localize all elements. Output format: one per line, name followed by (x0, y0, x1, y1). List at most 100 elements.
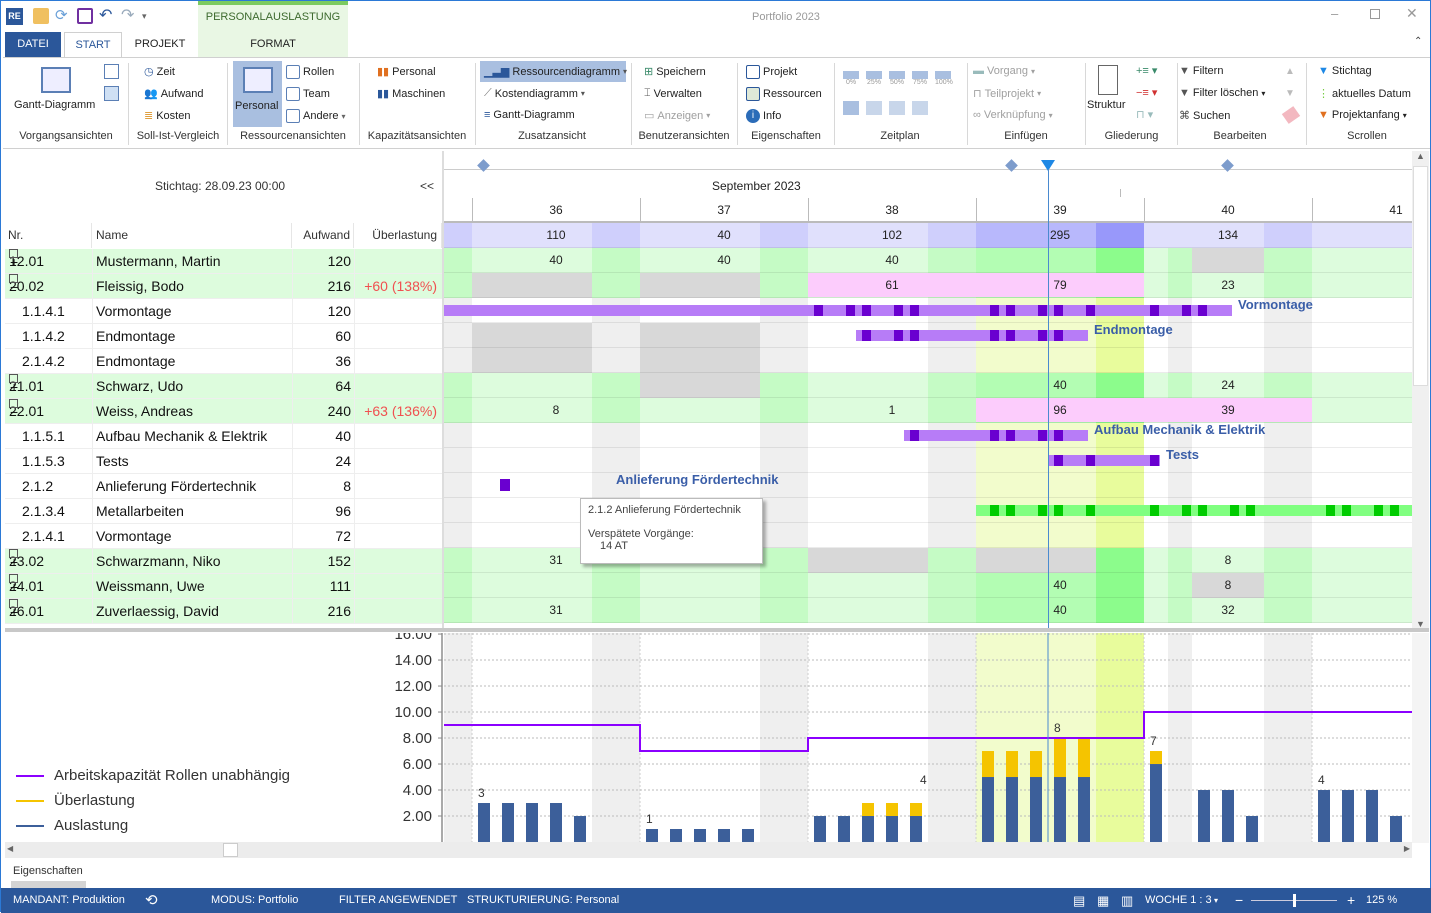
table-row[interactable]: 2.1.3.4 Metallarbeiten 96 (5, 499, 442, 524)
split-task-icon[interactable] (866, 101, 882, 115)
chart-view-icon[interactable]: ▥ (1121, 888, 1133, 913)
properties-panel-title[interactable]: Eigenschaften (13, 865, 83, 877)
split-task-icon[interactable] (912, 101, 928, 115)
zeit-button[interactable]: ◷ Zeit (144, 65, 175, 79)
projekt-button[interactable]: Projekt (746, 65, 797, 79)
save-icon[interactable] (77, 8, 93, 24)
projektanfang-button[interactable]: ▼ Projektanfang ▾ (1318, 109, 1407, 121)
dropdown-icon[interactable]: ▾ (1214, 888, 1218, 913)
chart-vertical-scrollbar[interactable] (1412, 633, 1429, 843)
table-row[interactable]: 1.1.5.3 Tests 24 (5, 449, 442, 474)
tab-start[interactable]: START (64, 32, 122, 58)
column-header-aufwand[interactable]: Aufwand (292, 223, 354, 248)
scroll-up-arrow[interactable]: ▲ (1412, 151, 1429, 161)
move-down-icon[interactable]: ⊓ ▾ (1136, 108, 1153, 121)
filter-loeschen-button[interactable]: ▼ Filter löschen ▾ (1179, 87, 1265, 99)
horizontal-scrollbar[interactable]: ◀ ▶ (5, 842, 1412, 858)
customize-toolbar-icon[interactable]: ▾ (142, 8, 158, 24)
progress-75-button[interactable]: 75% (912, 71, 928, 86)
close-button[interactable]: ✕ (1406, 5, 1418, 22)
collapse-ribbon-icon[interactable]: ⌃ (1414, 36, 1422, 47)
team-button[interactable]: Team (286, 87, 330, 101)
kostendiagramm-button[interactable]: ⟋ Kostendiagramm ▾ (484, 87, 585, 100)
filtern-button[interactable]: ▼ Filtern (1179, 65, 1223, 77)
gantt-vertical-scrollbar[interactable]: ▲ ▼ (1412, 151, 1429, 629)
refresh-icon[interactable]: ⟳ (55, 8, 71, 24)
table-row[interactable]: +12.01 Mustermann, Martin 120 (5, 249, 442, 274)
kosten-button[interactable]: ≣ Kosten (144, 109, 190, 123)
pane-splitter[interactable] (5, 628, 1429, 632)
indent-icon[interactable]: +≡ ▾ (1136, 64, 1157, 77)
verknuepfung-button[interactable]: ∞ Verknüpfung ▾ (973, 109, 1053, 121)
scroll-down-icon[interactable]: ▼ (1285, 88, 1295, 99)
collapse-table-button[interactable]: << (420, 179, 434, 193)
maximize-button[interactable] (1370, 9, 1380, 19)
split-task-icon[interactable] (889, 101, 905, 115)
info-button[interactable]: i Info (746, 109, 781, 123)
status-zoom[interactable]: 125 % (1366, 888, 1397, 913)
scrollbar-thumb[interactable] (223, 843, 238, 857)
expand-icon[interactable]: + (9, 574, 18, 595)
status-woche[interactable]: WOCHE 1 : 3 (1145, 888, 1212, 913)
rollen-button[interactable]: Rollen (286, 65, 334, 79)
zoom-out-button[interactable]: − (1235, 888, 1243, 913)
progress-0-button[interactable]: 0% (843, 71, 859, 86)
view-split-icon[interactable] (104, 86, 119, 101)
expand-icon[interactable]: + (9, 549, 18, 570)
undo-icon[interactable]: ↶ (99, 8, 115, 24)
grid-view-icon[interactable]: ▦ (1097, 888, 1109, 913)
table-row[interactable]: −20.02 Fleissig, Bodo 216 +60 (138%) (5, 274, 442, 299)
progress-100-button[interactable]: 100% (935, 71, 953, 86)
collapse-icon[interactable]: − (9, 399, 18, 420)
progress-50-button[interactable]: 50% (889, 71, 905, 86)
zoom-in-button[interactable]: + (1347, 888, 1355, 913)
struktur-button[interactable]: Struktur (1087, 99, 1126, 111)
column-header-nr[interactable]: Nr. (5, 223, 92, 248)
aufwand-button[interactable]: 👥 Aufwand (144, 87, 204, 101)
table-row[interactable]: −22.01 Weiss, Andreas 240 +63 (136%) (5, 399, 442, 424)
teilprojekt-button[interactable]: ⊓ Teilprojekt ▾ (973, 87, 1041, 101)
sync-icon[interactable]: ⟲ (145, 888, 158, 913)
open-folder-icon[interactable] (33, 8, 49, 24)
expand-icon[interactable]: + (9, 374, 18, 395)
table-row[interactable]: 2.1.4.1 Vormontage 72 (5, 524, 442, 549)
tab-format[interactable]: FORMAT (198, 32, 348, 57)
ressourcen-button[interactable]: Ressourcen (746, 87, 822, 101)
redo-icon[interactable]: ↷ (121, 8, 137, 24)
status-mandant[interactable]: MANDANT: Produktion (13, 888, 125, 913)
table-row[interactable]: +21.01 Schwarz, Udo 64 (5, 374, 442, 399)
progress-25-button[interactable]: 25% (866, 71, 882, 86)
expand-icon[interactable]: + (9, 249, 18, 270)
speichern-button[interactable]: ⊞ Speichern (644, 65, 706, 79)
scroll-left-arrow[interactable]: ◀ (7, 844, 13, 853)
gantt-diagram-button[interactable]: Gantt-Diagramm (14, 99, 95, 111)
zoom-slider-thumb[interactable] (1293, 894, 1296, 907)
ressourcendiagramm-button[interactable]: ▁▃▆ Ressourcendiagramm ▾ (484, 65, 627, 79)
minimize-button[interactable]: – (1331, 6, 1338, 21)
zusatz-gantt-button[interactable]: ≡ Gantt-Diagramm (484, 109, 575, 121)
vorgang-button[interactable]: ▬ Vorgang ▾ (973, 65, 1035, 77)
view-small-icon[interactable] (104, 64, 119, 79)
anzeigen-button[interactable]: ▭ Anzeigen ▾ (644, 109, 710, 123)
table-row[interactable]: +26.01 Zuverlaessig, David 216 (5, 599, 442, 624)
column-header-ueberlastung[interactable]: Überlastung (354, 223, 442, 248)
scroll-right-arrow[interactable]: ▶ (1404, 844, 1410, 853)
tab-datei[interactable]: DATEI (5, 32, 61, 57)
scroll-up-icon[interactable]: ▲ (1285, 66, 1295, 77)
aktuelles-datum-button[interactable]: ⋮ aktuelles Datum (1318, 87, 1411, 101)
column-header-name[interactable]: Name (92, 223, 292, 248)
suchen-button[interactable]: ⌘ Suchen (1179, 109, 1230, 123)
tab-projekt[interactable]: PROJEKT (125, 32, 195, 57)
collapse-icon[interactable]: − (9, 274, 18, 295)
properties-tab[interactable] (11, 881, 86, 888)
layout-icon[interactable]: ▤ (1073, 888, 1085, 913)
outdent-icon[interactable]: −≡ ▾ (1136, 86, 1157, 99)
stichtag-button[interactable]: ▼ Stichtag (1318, 65, 1372, 77)
table-row[interactable]: 2.1.2 Anlieferung Fördertechnik 8 (5, 474, 442, 499)
andere-button[interactable]: Andere ▾ (286, 109, 346, 123)
table-row[interactable]: 1.1.4.2 Endmontage 60 (5, 324, 442, 349)
scrollbar-thumb[interactable] (1413, 166, 1428, 386)
move-task-icon[interactable] (843, 101, 859, 115)
verwalten-button[interactable]: ⌶ Verwalten (644, 87, 702, 100)
table-row[interactable]: 1.1.4.1 Vormontage 120 (5, 299, 442, 324)
